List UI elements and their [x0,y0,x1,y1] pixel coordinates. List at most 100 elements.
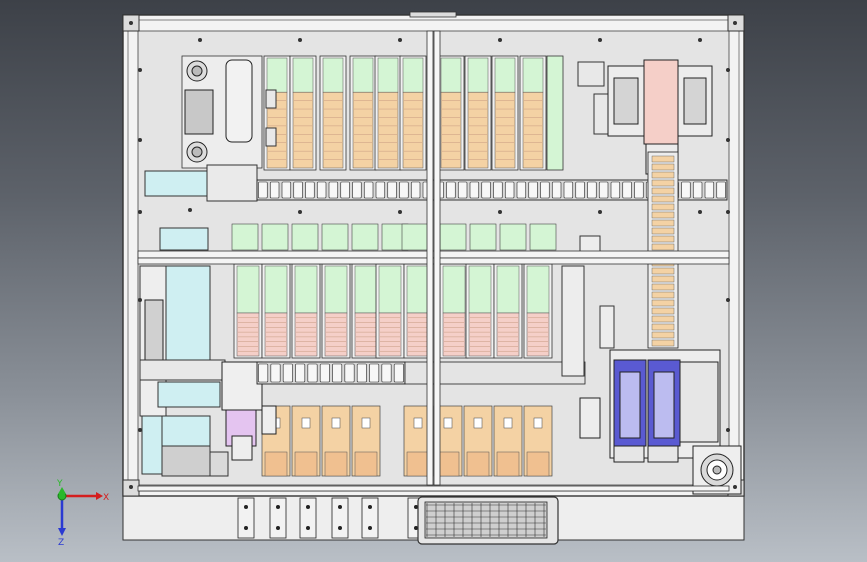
base-bracket [361,497,379,539]
base-bracket [331,497,349,539]
chain-link [381,363,392,383]
chain-link [340,181,350,199]
bolt [733,485,737,489]
bolt [138,298,142,302]
chain-link [493,181,503,199]
chain-link [716,181,726,199]
bottom-tray [523,405,553,477]
bolt [138,210,142,214]
base-bracket [237,497,255,539]
rail-link [651,283,675,291]
upper-left-module [181,55,277,169]
lower-tray [261,263,291,359]
rail-link [651,187,675,195]
bolt [726,210,730,214]
chain-link [307,363,318,383]
bottom-tray [493,405,523,477]
chain-link [469,181,480,199]
rail-link [651,155,675,163]
chain-link [328,181,339,199]
bolt [138,428,142,432]
chain-link [587,181,597,199]
chain-link [293,181,303,199]
rail-link [651,291,675,299]
rail-link [651,203,675,211]
upper-tray [263,55,291,171]
chain-link [528,181,538,199]
rail-link [651,339,675,347]
upper-tray [519,55,547,171]
mid-tray [291,223,319,251]
upper-tray [437,55,465,171]
chain-link [540,181,550,199]
chain-link [270,363,281,383]
chain-link [457,181,468,199]
x-axis-label: X [103,493,109,503]
base-bracket [299,497,317,539]
chain-link [410,181,421,199]
bolt [129,485,133,489]
bolt [598,38,602,42]
rail-link [651,211,675,219]
lower-tray [465,263,495,359]
lower-tray [523,263,553,359]
chain-link [692,181,703,199]
upper-tray [349,55,377,171]
rail-link [651,331,675,339]
mid-tray [321,223,349,251]
chain-link [258,181,268,199]
bolt [726,138,730,142]
upper-tray-end [546,55,564,171]
rail-link [651,179,675,187]
rail-link [651,171,675,179]
upper-tray [399,55,427,171]
upper-tray-bank [263,55,564,171]
chain-link [332,363,343,383]
upper-tray [464,55,492,171]
chain-link [258,363,269,383]
chain-link [399,181,409,199]
rail-link [651,275,675,283]
lower-tray [375,263,405,359]
rail-link [651,323,675,331]
chain-link [634,181,644,199]
cad-viewport[interactable]: X Z Y [0,0,867,562]
bolt [398,210,402,214]
rail-link [651,299,675,307]
right-vertical-rail [647,151,679,349]
mid-tray [529,223,557,251]
chain-link [269,181,280,199]
lower-tray [321,263,351,359]
chain-link [344,363,355,383]
bolt [138,68,142,72]
bolt [138,138,142,142]
base-bracket [269,497,287,539]
mid-tray [261,223,289,251]
lower-tray [439,263,469,359]
middle-tray-strip [231,223,557,251]
lower-tray [493,263,523,359]
chain-link [393,363,404,383]
upper-tray [289,55,317,171]
lower-tray-bank [233,263,553,359]
chain-link [295,363,306,383]
mid-tray [469,223,497,251]
bolt [698,210,702,214]
chain-link [704,181,715,199]
chain-link [622,181,632,199]
chain-link [319,363,330,383]
rail-link [651,243,675,251]
chain-link [551,181,562,199]
upper-tray [491,55,519,171]
chain-link [352,181,362,199]
rail-link [651,315,675,323]
chain-link [610,181,621,199]
chain-link [356,363,367,383]
bolt [726,298,730,302]
upper-tray [374,55,402,171]
bottom-tray [351,405,381,477]
bolt [198,38,202,42]
chain-link [316,181,327,199]
mid-tray [499,223,527,251]
y-axis-label: Y [56,479,63,489]
